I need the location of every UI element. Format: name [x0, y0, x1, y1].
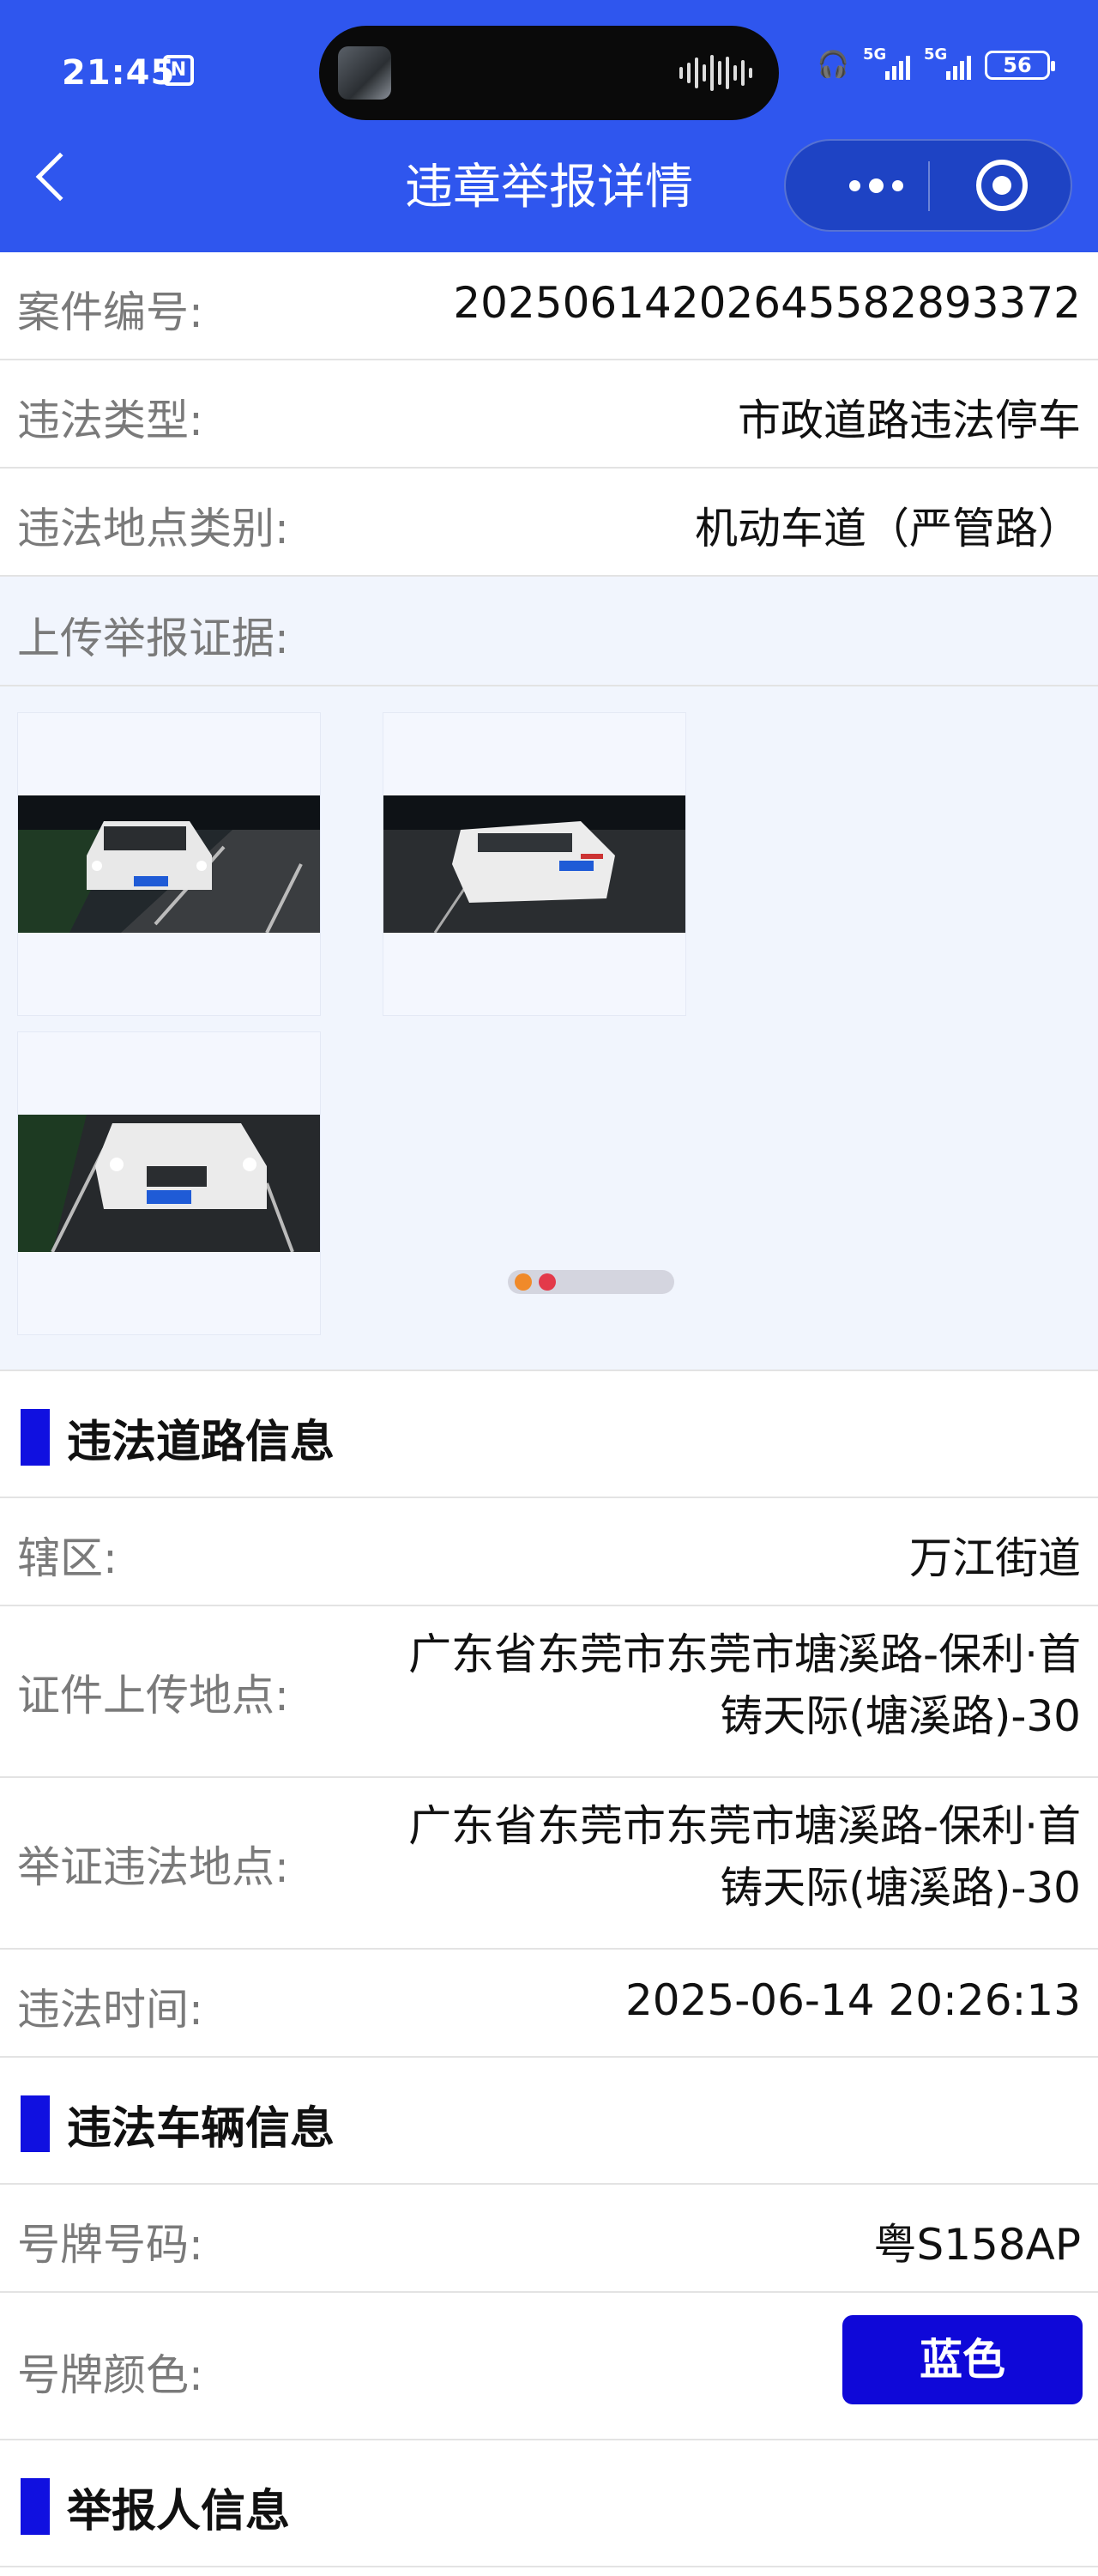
evidence-photo-3[interactable]: [17, 1031, 321, 1335]
evidence-location-value: 广东省东莞市东莞市塘溪路-保利·首铸天际(塘溪路)-30: [408, 1801, 1081, 1913]
dynamic-island[interactable]: [319, 26, 779, 120]
headset-icon: 🎧: [817, 50, 849, 80]
close-target-icon[interactable]: [976, 160, 1028, 211]
signal-icon-1: 5G: [863, 45, 910, 80]
case-number-label: 案件编号:: [17, 287, 203, 337]
plate-number-row: 号牌号码: 粤S158AP: [0, 2185, 1098, 2293]
section-accent-bar: [21, 2478, 50, 2535]
plate-color-row: 号牌颜色: 蓝色: [0, 2293, 1098, 2440]
system-icons: 🎧 5G 5G 56: [817, 45, 1055, 80]
evidence-photo-2[interactable]: [383, 712, 686, 1016]
section-accent-bar: [21, 1409, 50, 1466]
network-type-1: 5G: [863, 45, 887, 63]
evidence-label: 上传举报证据:: [17, 614, 289, 663]
violation-type-row: 违法类型: 市政道路违法停车: [0, 360, 1098, 469]
location-category-label: 违法地点类别:: [17, 504, 289, 553]
violation-time-value: 2025-06-14 20:26:13: [624, 1975, 1081, 2025]
evidence-location-label: 举证违法地点:: [17, 1842, 289, 1892]
vehicle-info-title: 违法车辆信息: [67, 2103, 335, 2155]
violation-type-label: 违法类型:: [17, 396, 203, 445]
logo-icon-1: [515, 1273, 532, 1291]
watermark-logo: [508, 1270, 674, 1294]
car-photo-front-left: [18, 795, 320, 933]
car-photo-front: [18, 1115, 320, 1252]
section-accent-bar: [21, 2095, 50, 2152]
evidence-location-row: 举证违法地点: 广东省东莞市东莞市塘溪路-保利·首铸天际(塘溪路)-30: [0, 1778, 1098, 1950]
case-number-value: 20250614202645582893372: [453, 278, 1081, 328]
violation-time-row: 违法时间: 2025-06-14 20:26:13: [0, 1950, 1098, 2058]
location-category-value: 机动车道（严管路）: [695, 504, 1081, 553]
car-photo-rear: [383, 795, 685, 933]
plate-number-label: 号牌号码:: [17, 2220, 203, 2270]
plate-color-badge: 蓝色: [842, 2315, 1083, 2404]
reporter-info-title: 举报人信息: [67, 2486, 291, 2537]
location-category-row: 违法地点类别: 机动车道（严管路）: [0, 469, 1098, 577]
upload-location-value: 广东省东莞市东莞市塘溪路-保利·首铸天际(塘溪路)-30: [408, 1630, 1081, 1741]
capsule-divider: [928, 161, 930, 211]
media-thumbnail: [338, 46, 391, 100]
more-button[interactable]: [829, 141, 923, 230]
upload-location-label: 证件上传地点:: [17, 1671, 289, 1720]
vehicle-info-section-header: 违法车辆信息: [0, 2058, 1098, 2185]
reporter-info-section-header: 举报人信息: [0, 2440, 1098, 2567]
evidence-photo-1[interactable]: [17, 712, 321, 1016]
status-bar: 21:45 N 🎧 5G 5G 56: [0, 0, 1098, 151]
case-number-row: 案件编号: 20250614202645582893372: [0, 252, 1098, 360]
evidence-gallery: [0, 686, 1098, 1371]
evidence-label-row: 上传举报证据:: [0, 577, 1098, 686]
violation-type-value: 市政道路违法停车: [738, 396, 1081, 445]
road-info-section-header: 违法道路信息: [0, 1371, 1098, 1498]
audio-wave-icon: [679, 53, 752, 93]
signal-icon-2: 5G: [924, 45, 971, 80]
upload-location-row: 证件上传地点: 广东省东莞市东莞市塘溪路-保利·首铸天际(塘溪路)-30: [0, 1606, 1098, 1778]
district-value: 万江街道: [909, 1533, 1081, 1583]
app-header: 21:45 N 🎧 5G 5G 56 违章举报详情: [0, 0, 1098, 252]
plate-number-value: 粤S158AP: [873, 2220, 1081, 2270]
logo-icon-2: [539, 1273, 556, 1291]
status-time: 21:45: [62, 53, 176, 93]
miniprogram-capsule: [784, 139, 1072, 232]
district-row: 辖区: 万江街道: [0, 1498, 1098, 1606]
battery-icon: 56: [985, 50, 1055, 80]
nfc-icon: N: [163, 55, 194, 86]
plate-color-label: 号牌颜色:: [17, 2350, 203, 2400]
network-type-2: 5G: [924, 45, 948, 63]
road-info-title: 违法道路信息: [67, 1417, 335, 1468]
district-label: 辖区:: [17, 1533, 118, 1583]
violation-time-label: 违法时间:: [17, 1985, 203, 2035]
